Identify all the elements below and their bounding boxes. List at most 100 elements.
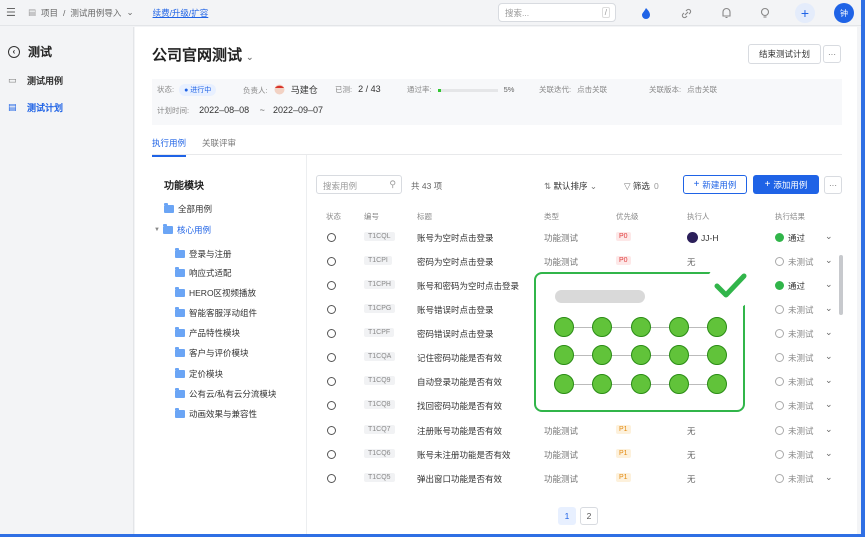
link-icon[interactable] (676, 3, 696, 23)
global-search-input[interactable]: 搜索... / (498, 3, 616, 22)
result-dropdown[interactable]: 未测试 (775, 352, 814, 364)
bell-icon[interactable] (716, 3, 736, 23)
owner-value[interactable]: 马建仓 (291, 85, 318, 95)
executor[interactable]: 无 (687, 425, 696, 437)
case-title[interactable]: 注册账号功能是否有效 (417, 425, 502, 437)
status-circle-icon[interactable] (327, 329, 336, 338)
status-circle-icon[interactable] (327, 450, 336, 459)
filter-button[interactable]: ▽ 筛选 0 (624, 180, 659, 192)
result-dropdown[interactable]: 未测试 (775, 304, 814, 316)
table-row[interactable]: T1CPI 密码为空时点击登录 功能测试 P0 无 未测试 ⌄ (316, 250, 838, 274)
executor[interactable]: 无 (687, 473, 696, 485)
chevron-down-icon[interactable]: ⌄ (825, 327, 833, 338)
status-circle-icon[interactable] (327, 305, 336, 314)
more-options-button[interactable]: ··· (823, 45, 841, 63)
case-title[interactable]: 找回密码功能是否有效 (417, 400, 502, 412)
tree-node[interactable]: 响应式适配 (175, 267, 232, 279)
table-row[interactable]: T1CQ6 账号未注册功能是否有效 功能测试 P1 无 未测试 ⌄ (316, 443, 838, 467)
case-title[interactable]: 弹出窗口功能是否有效 (417, 473, 502, 485)
page-button[interactable]: 1 (558, 507, 576, 525)
result-dropdown[interactable]: 未测试 (775, 425, 814, 437)
status-circle-icon[interactable] (327, 281, 336, 290)
status-circle-icon[interactable] (327, 474, 336, 483)
case-title[interactable]: 自动登录功能是否有效 (417, 376, 502, 388)
chevron-down-icon[interactable]: ⌄ (825, 399, 833, 410)
toolbar-more-button[interactable]: ··· (824, 176, 842, 194)
status-circle-icon[interactable] (327, 377, 336, 386)
result-dropdown[interactable]: 通过 (775, 280, 805, 292)
executor[interactable]: JJ-H (687, 232, 718, 243)
chevron-down-icon[interactable]: ⌄ (825, 255, 833, 266)
chevron-down-icon[interactable]: ⌄ (825, 303, 833, 314)
sidebar-item-test-plans[interactable]: ▤ 测试计划 (8, 101, 133, 114)
upgrade-link[interactable]: 续费/升级/扩容 (153, 7, 209, 19)
iteration-link[interactable]: 点击关联 (577, 85, 607, 94)
result-dropdown[interactable]: 未测试 (775, 328, 814, 340)
executor[interactable]: 无 (687, 256, 696, 268)
plus-icon[interactable]: + (795, 3, 815, 23)
triangle-down-icon[interactable]: ▼ (154, 227, 160, 233)
case-title[interactable]: 记住密码功能是否有效 (417, 352, 502, 364)
case-title[interactable]: 账号未注册功能是否有效 (417, 449, 511, 461)
chevron-down-icon[interactable]: ⌄ (825, 351, 833, 362)
tree-node[interactable]: 全部用例 (164, 203, 212, 215)
case-title[interactable]: 账号为空时点击登录 (417, 232, 494, 244)
chevron-down-icon[interactable]: ⌄ (246, 52, 254, 62)
chevron-down-icon[interactable]: ⌄ (825, 375, 833, 386)
case-search-input[interactable]: 搜索用例 ⚲ (316, 175, 402, 194)
chevron-down-icon[interactable]: ⌄ (825, 424, 833, 435)
add-case-button[interactable]: + 添加用例 (753, 175, 819, 194)
result-dropdown[interactable]: 未测试 (775, 376, 814, 388)
sidebar-item-test-cases[interactable]: ▭ 测试用例 (8, 74, 133, 87)
tree-node[interactable]: 公有云/私有云分流模块 (175, 388, 276, 400)
user-avatar[interactable]: 钟 (834, 3, 854, 23)
start-date[interactable]: 2022–08–08 (199, 105, 249, 115)
chevron-down-icon[interactable]: ⌄ (825, 472, 833, 483)
chevron-down-icon[interactable]: ⌄ (825, 448, 833, 459)
back-title[interactable]: ‹ 测试 (8, 43, 133, 60)
case-title[interactable]: 密码错误时点击登录 (417, 328, 494, 340)
tree-node[interactable]: 登录与注册 (175, 248, 232, 260)
end-date[interactable]: 2022–09–07 (273, 105, 323, 115)
case-title[interactable]: 账号错误时点击登录 (417, 304, 494, 316)
new-case-button[interactable]: + 新建用例 (683, 175, 747, 194)
result-dropdown[interactable]: 未测试 (775, 400, 814, 412)
case-title[interactable]: 密码为空时点击登录 (417, 256, 494, 268)
chevron-down-icon[interactable]: ⌄ (825, 279, 833, 290)
status-circle-icon[interactable] (327, 353, 336, 362)
chevron-down-icon[interactable]: ⌄ (825, 231, 833, 242)
tree-node[interactable]: 产品特性模块 (175, 327, 240, 339)
version-link[interactable]: 点击关联 (687, 85, 717, 94)
status-circle-icon[interactable] (327, 426, 336, 435)
page-button[interactable]: 2 (580, 507, 598, 525)
status-circle-icon[interactable] (327, 401, 336, 410)
tree-node[interactable]: 动画效果与兼容性 (175, 408, 257, 420)
table-row[interactable]: T1CQ7 注册账号功能是否有效 功能测试 P1 无 未测试 ⌄ (316, 419, 838, 443)
end-plan-button[interactable]: 结束测试计划 (748, 44, 821, 64)
status-circle-icon[interactable] (327, 257, 336, 266)
tree-node[interactable]: HERO区视频播放 (175, 287, 256, 299)
lightbulb-icon[interactable] (755, 3, 775, 23)
menu-icon[interactable]: ☰ (6, 6, 22, 19)
page-title[interactable]: 公司官网测试 ⌄ (152, 44, 254, 65)
sort-dropdown[interactable]: ⇅ 默认排序 ⌄ (544, 180, 597, 192)
table-row[interactable]: T1CQ5 弹出窗口功能是否有效 功能测试 P1 无 未测试 ⌄ (316, 467, 838, 491)
breadcrumb-current[interactable]: 测试用例导入 (70, 7, 121, 19)
tree-node[interactable]: 智能客服浮动组件 (175, 307, 257, 319)
table-scrollbar[interactable] (839, 255, 843, 315)
tree-node[interactable]: 客户与评价模块 (175, 347, 249, 359)
breadcrumb-project[interactable]: 项目 (41, 7, 58, 19)
status-circle-icon[interactable] (327, 233, 336, 242)
chevron-down-icon[interactable]: ⌄ (126, 7, 133, 18)
result-dropdown[interactable]: 通过 (775, 232, 805, 244)
result-dropdown[interactable]: 未测试 (775, 449, 814, 461)
flame-icon[interactable] (636, 3, 656, 23)
table-row[interactable]: T1CQL 账号为空时点击登录 功能测试 P0 JJ-H 通过 ⌄ (316, 226, 838, 250)
case-title[interactable]: 账号和密码为空时点击登录 (417, 280, 519, 292)
status-badge[interactable]: ● 进行中 (179, 84, 217, 96)
tree-node[interactable]: ▼ 核心用例 (154, 224, 211, 236)
result-dropdown[interactable]: 未测试 (775, 473, 814, 485)
tree-node[interactable]: 定价模块 (175, 368, 223, 380)
result-dropdown[interactable]: 未测试 (775, 256, 814, 268)
executor[interactable]: 无 (687, 449, 696, 461)
